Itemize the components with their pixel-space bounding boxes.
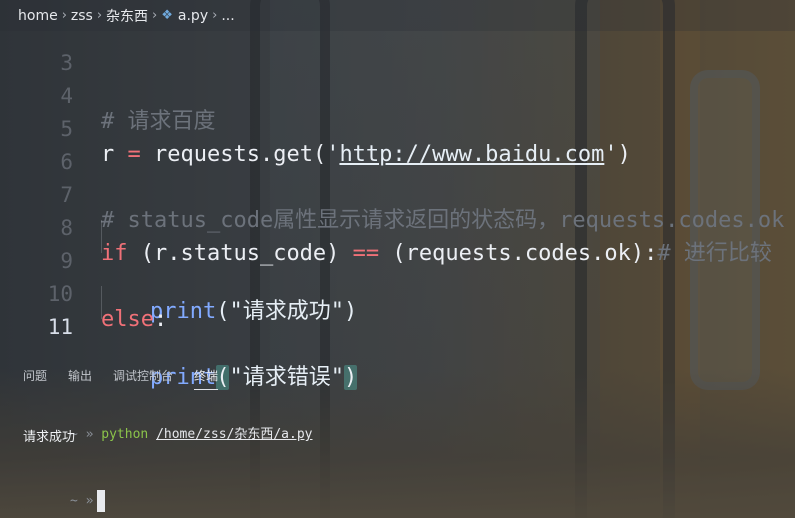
chevron-right-icon: ›: [152, 8, 158, 23]
code-line[interactable]: 7 # status_code属性显示请求返回的状态码，requests.cod…: [0, 154, 795, 233]
code-line[interactable]: 3: [0, 22, 795, 75]
terminal-command: python: [101, 427, 149, 442]
code-line[interactable]: 5 r = requests.get('http://www.baidu.com…: [0, 88, 795, 167]
chevron-right-icon: ›: [212, 8, 218, 23]
tab-output[interactable]: 输出: [68, 361, 92, 390]
code-line[interactable]: 6: [0, 121, 795, 174]
code-editor[interactable]: 3 4 # 请求百度 5 r = requests.get('http://ww…: [0, 22, 795, 390]
terminal-input-line[interactable]: ~ »: [23, 472, 106, 518]
indent-guide: [101, 286, 102, 319]
chevron-right-icon: ›: [61, 8, 67, 23]
terminal-output: 请求成功: [23, 430, 76, 445]
indent-guide: [101, 220, 102, 253]
tab-debug-console[interactable]: 调试控制台: [113, 361, 173, 390]
code-line[interactable]: 4 # 请求百度: [0, 55, 795, 134]
line-number-active: 11: [47, 315, 73, 339]
tab-problems[interactable]: 问题: [23, 361, 47, 390]
tab-terminal[interactable]: 终端: [194, 361, 219, 390]
code-line-active[interactable]: 11 print("请求错误"): [0, 286, 795, 390]
code-line[interactable]: 9 print("请求成功"): [0, 220, 795, 324]
terminal-prompt: ~ »: [69, 493, 94, 509]
terminal-cursor: [97, 490, 106, 512]
python-icon: ❖: [161, 8, 173, 23]
terminal[interactable]: ~ » python /home/zss/杂东西/a.py 请求成功 ~ »: [0, 404, 795, 518]
code-line[interactable]: 8 if (r.status_code) == (requests.codes.…: [0, 187, 795, 266]
terminal-file-path[interactable]: /home/zss/杂东西/a.py: [156, 427, 312, 442]
chevron-right-icon: ›: [96, 8, 103, 23]
panel-tab-bar: 问题 输出 调试控制台 终端: [0, 360, 795, 390]
code-line[interactable]: 10 else:: [0, 253, 795, 332]
